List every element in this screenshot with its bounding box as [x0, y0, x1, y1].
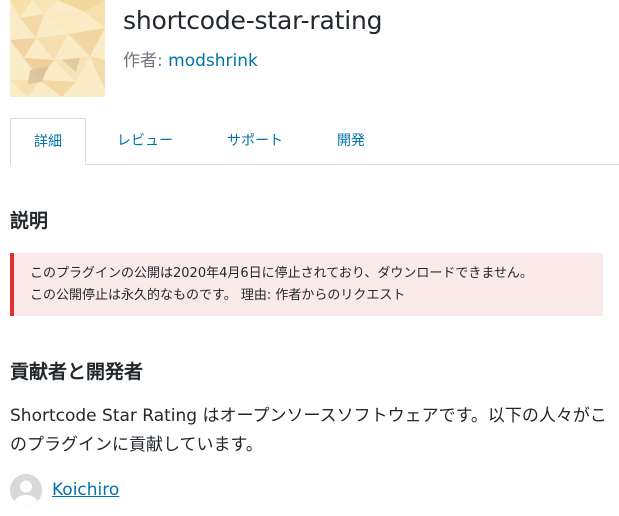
default-avatar-icon	[10, 474, 42, 506]
contributor-link[interactable]: Koichiro	[52, 480, 119, 500]
description-heading: 説明	[10, 210, 49, 232]
contributors-heading: 貢献者と開発者	[10, 361, 144, 383]
contributor-item: Koichiro	[10, 474, 119, 506]
tab-details[interactable]: 詳細	[10, 118, 86, 166]
plugin-pattern-icon	[10, 0, 105, 97]
plugin-author: 作者: modshrink	[123, 46, 258, 71]
author-label: 作者:	[123, 51, 169, 71]
tab-support[interactable]: サポート	[210, 118, 300, 165]
contributors-description: Shortcode Star Rating はオープンソースソフトウェアです。以…	[10, 406, 607, 455]
plugin-title: shortcode-star-rating	[123, 6, 383, 35]
closed-plugin-notice: このプラグインの公開は2020年4月6日に停止されており、ダウンロードできません…	[10, 253, 603, 316]
plugin-tabs: 詳細 レビュー サポート 開発	[10, 118, 619, 166]
tab-development[interactable]: 開発	[323, 118, 379, 165]
notice-line-2: この公開停止は永久的なものです。 理由: 作者からのリクエスト	[30, 288, 406, 303]
plugin-icon	[10, 0, 105, 97]
notice-line-1: このプラグインの公開は2020年4月6日に停止されており、ダウンロードできません…	[30, 266, 533, 281]
author-link[interactable]: modshrink	[168, 51, 258, 71]
tab-reviews[interactable]: レビュー	[103, 118, 187, 165]
